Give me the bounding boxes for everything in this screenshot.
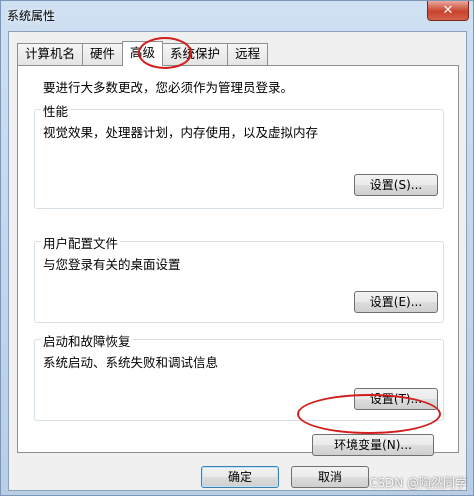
startup-recovery-title: 启动和故障恢复 <box>41 331 133 350</box>
tab-system-protection[interactable]: 系统保护 <box>162 43 229 65</box>
user-profiles-title: 用户配置文件 <box>41 233 121 252</box>
cancel-button[interactable]: 取消 <box>291 466 369 488</box>
tab-remote[interactable]: 远程 <box>227 43 269 65</box>
tab-advanced[interactable]: 高级 <box>122 41 164 66</box>
ok-button[interactable]: 确定 <box>201 466 279 488</box>
performance-description: 视觉效果，处理器计划，内存使用，以及虚拟内存 <box>43 125 319 140</box>
performance-settings-button[interactable]: 设置(S)... <box>354 174 438 196</box>
performance-group: 性能 视觉效果，处理器计划，内存使用，以及虚拟内存 设置(S)... <box>34 101 444 209</box>
startup-recovery-description: 系统启动、系统失败和调试信息 <box>43 355 219 370</box>
startup-recovery-group: 启动和故障恢复 系统启动、系统失败和调试信息 设置(T)... <box>34 331 444 421</box>
tab-strip: 计算机名 硬件 高级 系统保护 远程 <box>17 41 269 66</box>
user-profiles-settings-button[interactable]: 设置(E)... <box>354 291 438 313</box>
performance-title: 性能 <box>41 101 71 120</box>
user-profiles-group: 用户配置文件 与您登录有关的桌面设置 设置(E)... <box>34 233 444 323</box>
watermark: CSDN @陶然同学 <box>368 476 467 490</box>
startup-recovery-settings-button[interactable]: 设置(T)... <box>354 388 438 410</box>
advanced-tab-panel: 要进行大多数更改，您必须作为管理员登录。 性能 视觉效果，处理器计划，内存使用，… <box>17 65 459 456</box>
close-button[interactable]: ✕ <box>427 1 469 21</box>
close-icon: ✕ <box>442 3 454 18</box>
title-bar[interactable]: 系统属性 ✕ <box>1 1 473 31</box>
user-profiles-description: 与您登录有关的桌面设置 <box>43 257 181 272</box>
dialog-client-area: 计算机名 硬件 高级 系统保护 远程 要进行大多数更改，您必须作为管理员登录。 … <box>8 31 467 491</box>
environment-variables-button[interactable]: 环境变量(N)... <box>312 434 434 456</box>
tab-hardware[interactable]: 硬件 <box>82 43 124 65</box>
tab-computer-name[interactable]: 计算机名 <box>17 43 84 65</box>
admin-note: 要进行大多数更改，您必须作为管理员登录。 <box>43 80 294 95</box>
system-properties-window: 系统属性 ✕ 计算机名 硬件 高级 系统保护 远程 要进行大多数更改，您必须作为… <box>0 0 474 496</box>
window-title: 系统属性 <box>7 9 56 23</box>
